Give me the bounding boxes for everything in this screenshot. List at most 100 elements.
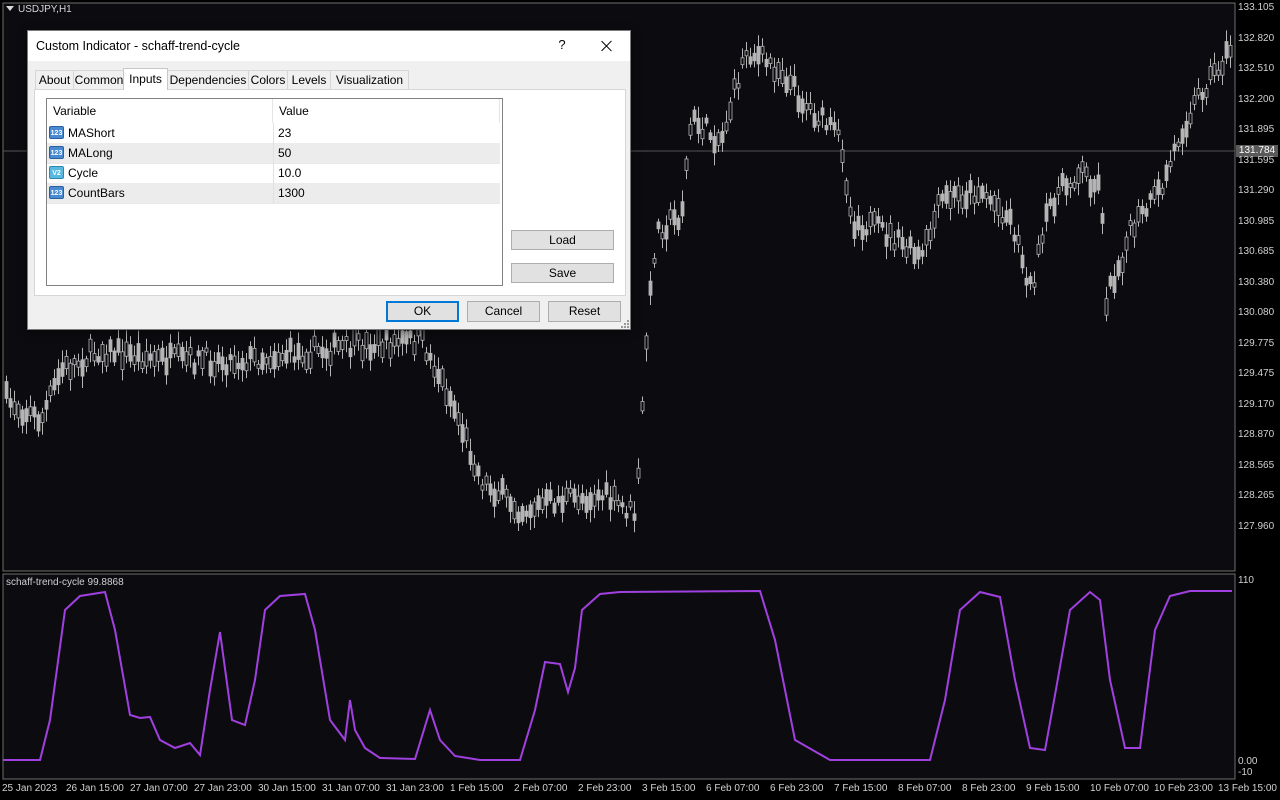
candle-body <box>720 130 725 143</box>
candle-body <box>1124 236 1129 251</box>
candle-body <box>1112 276 1117 293</box>
candle-body <box>548 489 553 502</box>
candle-body <box>820 107 825 116</box>
tab-dependencies[interactable]: Dependencies <box>167 70 249 89</box>
candle-body <box>192 362 197 375</box>
table-row[interactable]: 123 CountBars 1300 <box>47 183 500 204</box>
candle-body <box>544 489 549 506</box>
candle-body <box>200 350 205 369</box>
candle-body <box>688 123 693 136</box>
candle-body <box>1064 178 1069 196</box>
candle-body <box>1088 179 1093 198</box>
candle-body <box>796 95 801 113</box>
candle-body <box>968 180 973 194</box>
candle-body <box>296 342 301 360</box>
tab-about[interactable]: About <box>35 70 74 89</box>
table-row[interactable]: 123 MALong 50 <box>47 143 500 164</box>
candle-body <box>752 52 757 62</box>
candle-body <box>1044 203 1049 222</box>
tab-colors[interactable]: Colors <box>248 70 288 89</box>
symbol-title[interactable]: USDJPY,H1 <box>6 4 72 15</box>
candle-body <box>1016 235 1021 245</box>
candle-body <box>460 424 465 443</box>
candle-body <box>668 209 673 220</box>
table-row[interactable]: V2 Cycle 10.0 <box>47 163 500 184</box>
candle-body <box>620 502 625 508</box>
integer-type-icon: 123 <box>49 186 64 199</box>
candle-body <box>1120 256 1125 273</box>
candle-body <box>992 195 997 212</box>
dialog-titlebar[interactable]: Custom Indicator - schaff-trend-cycle ? <box>28 31 630 61</box>
close-icon[interactable] <box>596 36 618 56</box>
table-row[interactable]: 123 MAShort 23 <box>47 123 500 144</box>
candle-body <box>472 463 477 477</box>
candle-body <box>608 497 613 510</box>
ok-button[interactable]: OK <box>386 301 459 322</box>
candle-body <box>684 158 689 171</box>
candle-body <box>400 330 405 344</box>
tab-common[interactable]: Common <box>73 70 125 89</box>
candle-body <box>452 400 457 419</box>
tab-levels[interactable]: Levels <box>287 70 331 89</box>
candle-body <box>640 401 645 412</box>
candle-body <box>1188 112 1193 125</box>
candle-body <box>868 211 873 228</box>
candle-body <box>728 101 733 121</box>
candle-body <box>84 358 89 368</box>
param-value[interactable]: 50 <box>273 143 498 163</box>
candle-body <box>152 351 157 367</box>
candle-body <box>280 353 285 362</box>
candle-body <box>1024 277 1029 286</box>
candle-body <box>1204 88 1209 98</box>
candle-body <box>872 211 877 226</box>
candle-body <box>272 351 277 370</box>
tab-inputs[interactable]: Inputs <box>123 68 168 90</box>
time-tick-label: 26 Jan 15:00 <box>66 783 124 794</box>
time-tick-label: 8 Feb 23:00 <box>962 783 1016 794</box>
candle-body <box>388 342 393 359</box>
candle-body <box>692 109 697 122</box>
price-tick-label: 129.170 <box>1238 398 1275 410</box>
candle-body <box>492 488 497 507</box>
candle-body <box>1160 187 1165 195</box>
candle-body <box>1040 234 1045 244</box>
param-name: MAShort <box>68 126 115 140</box>
inputs-table: Variable Value 123 MAShort 23 123 MALong… <box>46 98 503 286</box>
candle-body <box>972 195 977 204</box>
candle-body <box>204 347 209 353</box>
save-button[interactable]: Save <box>511 263 614 283</box>
candle-body <box>580 493 585 504</box>
candle-body <box>1200 92 1205 100</box>
param-value[interactable]: 23 <box>273 123 498 143</box>
candle-body <box>212 361 217 378</box>
candle-body <box>1168 161 1173 168</box>
double-type-icon: V2 <box>49 166 64 179</box>
tab-visualization[interactable]: Visualization <box>330 70 409 89</box>
reset-button[interactable]: Reset <box>548 301 621 322</box>
price-tick-label: 129.775 <box>1238 337 1275 349</box>
candle-body <box>1212 63 1217 76</box>
candle-body <box>792 76 797 87</box>
candle-body <box>876 216 881 224</box>
price-tick-label: 130.985 <box>1238 215 1275 227</box>
candle-body <box>1084 166 1089 178</box>
candle-body <box>788 74 793 91</box>
candle-body <box>924 229 929 246</box>
candle-body <box>908 236 913 249</box>
column-header-value[interactable]: Value <box>273 99 500 123</box>
param-value[interactable]: 10.0 <box>273 163 498 183</box>
load-button[interactable]: Load <box>511 230 614 250</box>
candle-body <box>1176 141 1181 148</box>
candle-body <box>164 357 169 376</box>
resize-grip-icon[interactable] <box>621 320 629 328</box>
candle-body <box>20 409 25 426</box>
candle-body <box>804 103 809 111</box>
cancel-button[interactable]: Cancel <box>467 301 540 322</box>
candle-body <box>312 335 317 348</box>
candle-body <box>704 117 709 124</box>
param-value[interactable]: 1300 <box>273 183 498 203</box>
column-header-variable[interactable]: Variable <box>47 99 273 123</box>
help-button[interactable]: ? <box>552 37 572 55</box>
candle-body <box>912 246 917 265</box>
candle-body <box>888 223 893 239</box>
